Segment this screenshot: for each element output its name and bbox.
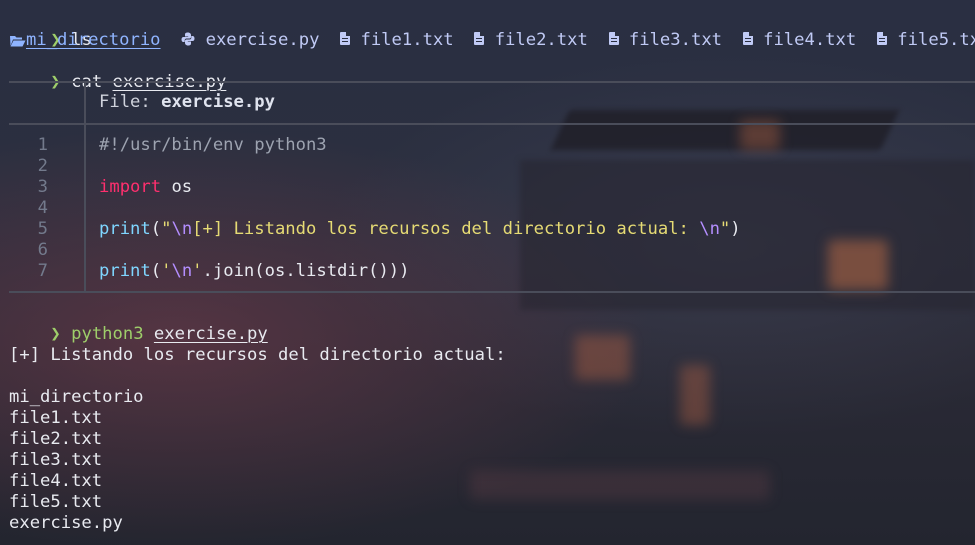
file-entry[interactable]: file5.txt [897, 30, 975, 50]
code-string: " [161, 219, 172, 239]
output-entry: file3.txt [9, 450, 103, 470]
command-python-argument[interactable]: exercise.py [154, 324, 268, 344]
command-line-python: ❯ python3 exercise.py [9, 303, 267, 344]
file-entry[interactable]: file4.txt [763, 30, 856, 50]
command-line-ls: ❯ ls [9, 9, 91, 50]
line-number: 6 [37, 240, 48, 260]
output-entry: file2.txt [9, 429, 103, 449]
file-text-icon [474, 31, 485, 45]
code-string: ' [161, 261, 172, 281]
bat-file-header: File: exercise.py [99, 92, 275, 113]
line-number: 4 [37, 198, 48, 218]
output-entry: exercise.py [9, 513, 123, 533]
prompt-symbol: ❯ [50, 324, 61, 344]
code-punct: ( [150, 219, 162, 239]
file-entry-exercise[interactable]: exercise.py [206, 30, 320, 50]
output-header: [+] Listando los recursos del directorio… [9, 345, 506, 365]
line-number: 7 [37, 261, 48, 281]
code-escape: \n [171, 261, 193, 281]
code-string: ' [192, 261, 203, 281]
code-punct: ( [150, 261, 162, 281]
code-keyword: import [99, 177, 162, 197]
line-number: 3 [37, 177, 48, 197]
line-number: 1 [37, 135, 48, 155]
output-entry: file1.txt [9, 408, 103, 428]
code-escape: \n [171, 219, 193, 239]
command-python: python3 [71, 324, 144, 344]
code-escape: \n [699, 219, 720, 239]
code-line-print1: print("\n[+] Listando los recursos del d… [99, 219, 741, 240]
bat-gutter-separator [84, 124, 86, 291]
output-entry: file5.txt [9, 492, 103, 512]
file-text-icon [876, 31, 887, 45]
directory-entry[interactable]: mi_directorio [26, 30, 161, 50]
code-module: os [161, 177, 193, 197]
command-line-cat: ❯ cat exercise.py [9, 51, 226, 92]
terminal-window[interactable]: ❯ ls mi_directorio exercise.py file1.txt… [0, 0, 975, 545]
bat-header-label: File: [99, 92, 151, 112]
output-entry: mi_directorio [9, 387, 144, 407]
output-entry: file4.txt [9, 471, 103, 491]
code-function: print [99, 219, 151, 239]
python-icon [181, 31, 195, 46]
file-entry[interactable]: file3.txt [629, 30, 722, 50]
file-text-icon [340, 31, 351, 45]
bat-header-border [9, 123, 975, 125]
code-string: [+] Listando los recursos del directorio… [192, 219, 700, 239]
file-text-icon [742, 31, 753, 45]
code-line-shebang: #!/usr/bin/env python3 [99, 135, 327, 155]
file-entry[interactable]: file2.txt [495, 30, 588, 50]
bat-bottom-border [9, 291, 975, 293]
bat-header-filename: exercise.py [161, 92, 275, 112]
code-string: " [719, 219, 731, 239]
file-text-icon [608, 31, 619, 45]
bat-header-separator [84, 82, 86, 123]
ls-output: mi_directorio exercise.py file1.txt file… [9, 30, 975, 51]
code-function: print [99, 261, 151, 281]
code-punct: ) [730, 219, 741, 239]
code-line-print2: print('\n'.join(os.listdir())) [99, 261, 410, 282]
code-call: .join(os.listdir())) [202, 261, 410, 281]
code-line-import: import os [99, 177, 192, 198]
folder-open-icon [9, 32, 26, 47]
line-number: 2 [37, 156, 48, 176]
line-number: 5 [37, 219, 48, 239]
bat-top-border [9, 81, 975, 83]
file-entry[interactable]: file1.txt [360, 30, 453, 50]
